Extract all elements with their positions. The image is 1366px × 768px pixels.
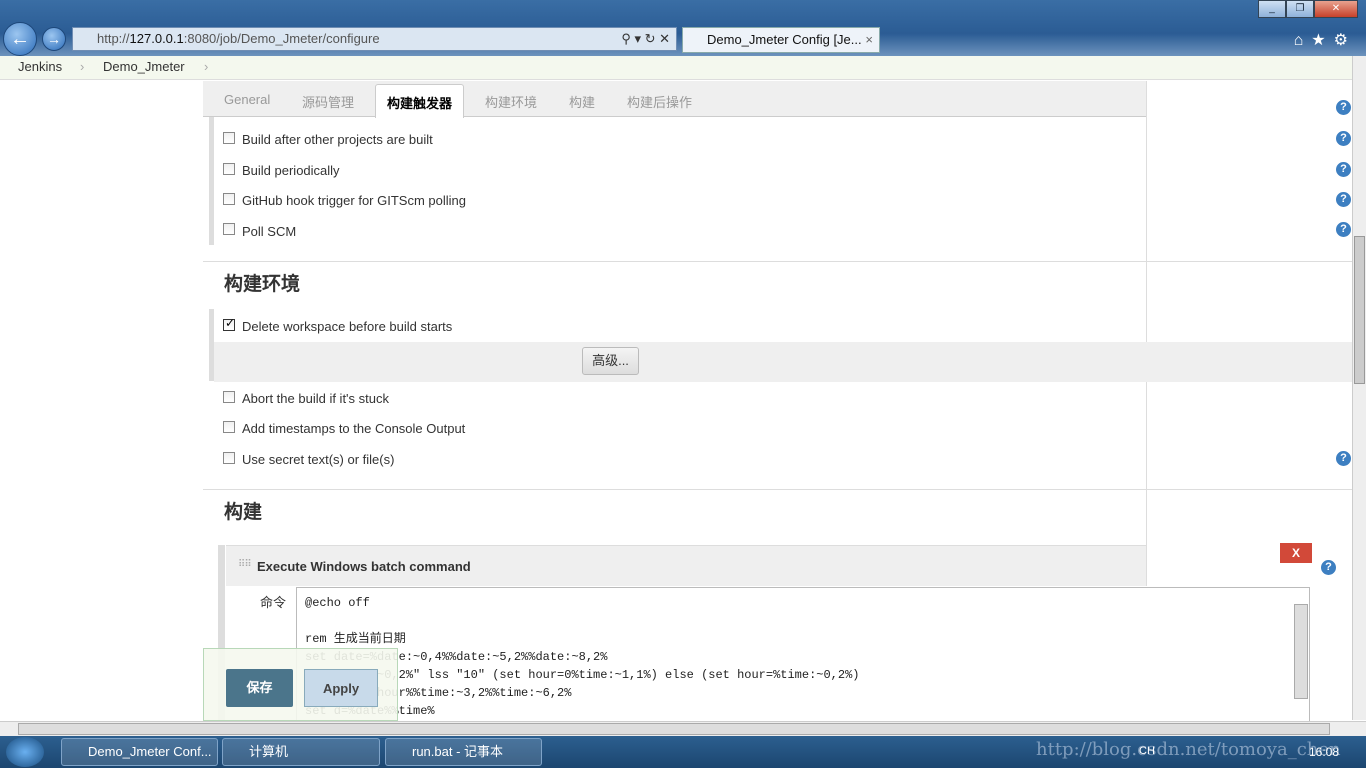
minimize-button[interactable]: _ [1258, 0, 1286, 18]
page-horizontal-scrollbar[interactable] [0, 721, 1366, 736]
apply-button[interactable]: Apply [304, 669, 378, 707]
browser-tab[interactable]: Demo_Jmeter Config [Je... × [682, 27, 880, 53]
config-tabs: General 源码管理 构建触发器 构建环境 构建 构建后操作 [203, 81, 1146, 118]
option-label: Delete workspace before build starts [242, 319, 453, 334]
taskbar-item-ie[interactable]: Demo_Jmeter Conf... [61, 738, 218, 766]
page-vertical-scrollbar[interactable] [1352, 56, 1366, 720]
command-textarea[interactable]: @echo off rem 生成当前日期 set date=%date:~0,4… [296, 587, 1310, 721]
trigger-label: Build after other projects are built [242, 132, 433, 147]
address-bar[interactable]: http://127.0.0.1:8080/job/Demo_Jmeter/co… [72, 27, 677, 51]
textarea-scrollbar[interactable] [1294, 604, 1308, 699]
build-step-title: Execute Windows batch command [257, 559, 471, 574]
breadcrumb-sep-icon: › [204, 59, 209, 74]
section-title-build-env: 构建环境 [224, 274, 301, 295]
breadcrumb-jenkins[interactable]: Jenkins [18, 56, 62, 78]
option-label: Abort the build if it's stuck [242, 391, 389, 406]
help-icon[interactable]: ? [1336, 451, 1351, 466]
tab-post-build[interactable]: 构建后操作 [627, 92, 692, 111]
trigger-checkbox-poll-scm[interactable] [223, 223, 235, 235]
tab-triggers[interactable]: 构建触发器 [375, 84, 465, 118]
help-icon[interactable]: ? [1321, 560, 1336, 575]
help-icon[interactable]: ? [1336, 131, 1351, 146]
help-icon[interactable]: ? [1336, 100, 1351, 115]
clock[interactable]: 16:08 [1309, 745, 1339, 759]
search-refresh-stop-icons[interactable]: ⚲ ▾ ↻ ✕ [621, 28, 670, 50]
url-path: :8080/job/Demo_Jmeter/configure [183, 31, 380, 46]
home-favorites-settings-icons[interactable]: ⌂★⚙ [1294, 30, 1356, 50]
trigger-label: GitHub hook trigger for GITScm polling [242, 193, 466, 208]
divider [203, 489, 1352, 490]
advanced-row [214, 342, 1352, 382]
help-icon[interactable]: ? [1336, 192, 1351, 207]
trigger-checkbox-build-after[interactable] [223, 132, 235, 144]
tab-scm[interactable]: 源码管理 [302, 92, 354, 111]
tab-build-env[interactable]: 构建环境 [485, 92, 537, 111]
advanced-button[interactable]: 高级... [582, 347, 639, 375]
tab-general[interactable]: General [224, 92, 270, 107]
trigger-checkbox-github-hook[interactable] [223, 193, 235, 205]
save-button[interactable]: 保存 [226, 669, 293, 707]
delete-step-button[interactable]: X [1280, 543, 1312, 563]
command-label: 命令 [260, 595, 287, 610]
maximize-button[interactable]: ❐ [1286, 0, 1314, 18]
help-icon[interactable]: ? [1336, 162, 1351, 177]
back-button[interactable]: ← [3, 22, 37, 56]
trigger-label: Build periodically [242, 163, 340, 178]
divider [203, 261, 1352, 262]
language-indicator[interactable]: CH [1139, 745, 1155, 757]
breadcrumb: Jenkins › Demo_Jmeter › [0, 56, 1352, 80]
trigger-label: Poll SCM [242, 224, 297, 239]
build-step-header: ⠿⠿ Execute Windows batch command [226, 545, 1146, 586]
breadcrumb-sep-icon: › [80, 59, 85, 74]
drag-handle-icon[interactable]: ⠿⠿ [238, 559, 252, 570]
url-prefix: http:// [97, 31, 130, 46]
checkbox-abort-stuck[interactable] [223, 391, 235, 403]
checkbox-delete-workspace[interactable]: ✓ [223, 316, 235, 331]
tab-build[interactable]: 构建 [569, 92, 595, 111]
taskbar-item-computer[interactable]: 计算机 [222, 738, 380, 766]
help-icon[interactable]: ? [1336, 222, 1351, 237]
checkbox-secret-text[interactable] [223, 452, 235, 464]
breadcrumb-demo-jmeter[interactable]: Demo_Jmeter [103, 56, 185, 78]
section-title-build: 构建 [224, 502, 263, 523]
window-controls: _ ❐ ✕ [1258, 0, 1358, 18]
start-button[interactable] [6, 737, 44, 767]
option-label: Add timestamps to the Console Output [242, 421, 466, 436]
url-host: 127.0.0.1 [129, 31, 184, 46]
close-window-button[interactable]: ✕ [1314, 0, 1358, 18]
taskbar-item-notepad[interactable]: run.bat - 记事本 [385, 738, 542, 766]
trigger-checkbox-periodically[interactable] [223, 163, 235, 175]
config-page: General 源码管理 构建触发器 构建环境 构建 构建后操作 Build a… [0, 81, 1352, 721]
tab-title: Demo_Jmeter Config [Je... [707, 32, 862, 47]
tab-close-icon[interactable]: × [865, 28, 873, 52]
checkbox-timestamps[interactable] [223, 421, 235, 433]
browser-chrome: ← → http://127.0.0.1:8080/job/Demo_Jmete… [0, 0, 1366, 56]
option-label: Use secret text(s) or file(s) [242, 452, 395, 467]
watermark: http://blog.csdn.net/tomoya_chen [1036, 739, 1341, 760]
taskbar: Demo_Jmeter Conf... 计算机 run.bat - 记事本 ht… [0, 736, 1366, 768]
forward-button[interactable]: → [42, 27, 66, 51]
